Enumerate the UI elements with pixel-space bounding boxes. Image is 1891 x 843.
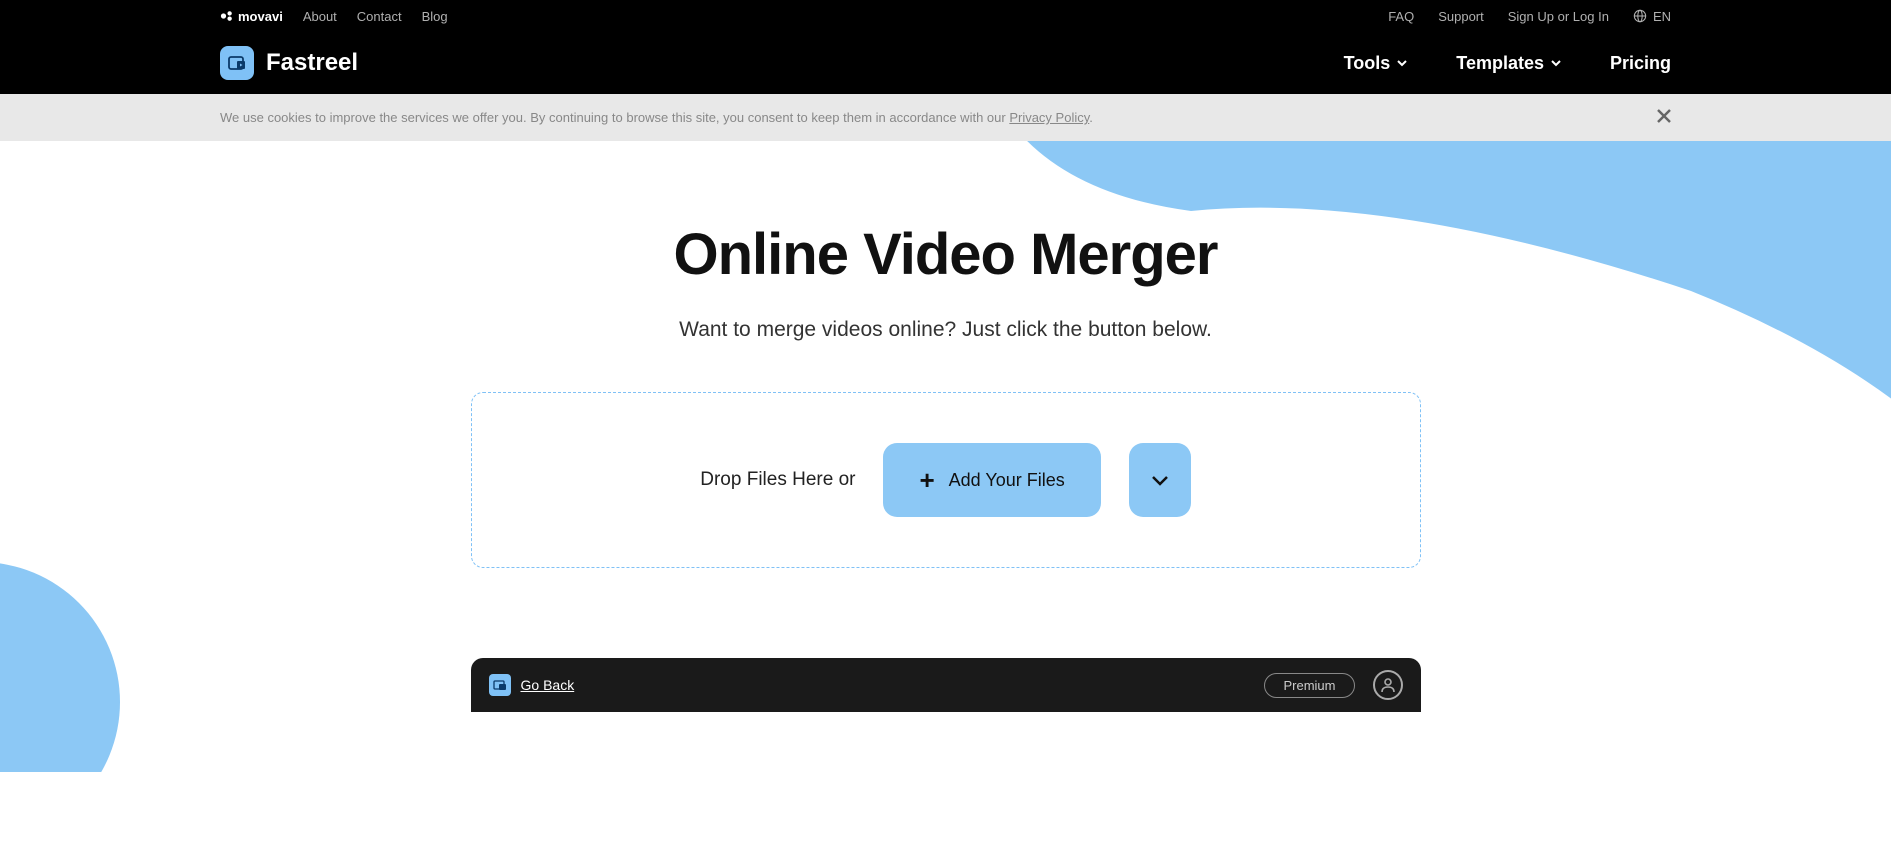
brand-text: Fastreel bbox=[266, 49, 358, 77]
nav-templates[interactable]: Templates bbox=[1456, 53, 1562, 74]
nav-pricing-label: Pricing bbox=[1610, 53, 1671, 74]
bottom-bar-right: Premium bbox=[1264, 670, 1402, 700]
globe-icon bbox=[1633, 9, 1647, 23]
file-drop-zone[interactable]: Drop Files Here or + Add Your Files bbox=[471, 392, 1421, 568]
main-nav: Fastreel Tools Templates Pricing bbox=[0, 32, 1891, 94]
add-files-button[interactable]: + Add Your Files bbox=[883, 443, 1100, 517]
top-bar-left: movavi About Contact Blog bbox=[220, 9, 448, 24]
cookie-text-suffix: . bbox=[1089, 110, 1093, 125]
language-code: EN bbox=[1653, 9, 1671, 24]
add-files-dropdown-button[interactable] bbox=[1129, 443, 1191, 517]
decorative-blob-left bbox=[0, 522, 170, 772]
movavi-icon bbox=[220, 9, 234, 23]
language-selector[interactable]: EN bbox=[1633, 9, 1671, 24]
user-icon bbox=[1380, 677, 1396, 693]
top-link-signup[interactable]: Sign Up or Log In bbox=[1508, 9, 1609, 24]
brand-icon bbox=[220, 46, 254, 80]
go-back-link[interactable]: Go Back bbox=[489, 674, 575, 696]
go-back-label: Go Back bbox=[521, 677, 575, 693]
chevron-down-icon bbox=[1396, 57, 1408, 69]
page-title: Online Video Merger bbox=[0, 221, 1891, 288]
chevron-down-icon bbox=[1550, 57, 1562, 69]
nav-tools[interactable]: Tools bbox=[1344, 53, 1409, 74]
page-subtitle: Want to merge videos online? Just click … bbox=[0, 318, 1891, 342]
top-link-faq[interactable]: FAQ bbox=[1388, 9, 1414, 24]
parent-brand-logo[interactable]: movavi bbox=[220, 9, 283, 24]
brand-logo[interactable]: Fastreel bbox=[220, 46, 358, 80]
close-icon bbox=[1657, 109, 1671, 123]
go-back-icon bbox=[489, 674, 511, 696]
top-link-support[interactable]: Support bbox=[1438, 9, 1484, 24]
close-cookie-button[interactable] bbox=[1657, 106, 1671, 129]
editor-bottom-bar: Go Back Premium bbox=[471, 658, 1421, 712]
cookie-text-main: We use cookies to improve the services w… bbox=[220, 110, 1009, 125]
nav-links: Tools Templates Pricing bbox=[1344, 53, 1671, 74]
cookie-banner: We use cookies to improve the services w… bbox=[0, 94, 1891, 141]
nav-templates-label: Templates bbox=[1456, 53, 1544, 74]
privacy-policy-link[interactable]: Privacy Policy bbox=[1009, 110, 1089, 125]
top-bar-right: FAQ Support Sign Up or Log In EN bbox=[1388, 9, 1671, 24]
add-files-label: Add Your Files bbox=[949, 470, 1065, 491]
nav-tools-label: Tools bbox=[1344, 53, 1391, 74]
top-link-about[interactable]: About bbox=[303, 9, 337, 24]
hero-section: Online Video Merger Want to merge videos… bbox=[0, 141, 1891, 772]
top-bar: movavi About Contact Blog FAQ Support Si… bbox=[0, 0, 1891, 32]
plus-icon: + bbox=[919, 467, 934, 493]
top-link-contact[interactable]: Contact bbox=[357, 9, 402, 24]
parent-brand-text: movavi bbox=[238, 9, 283, 24]
user-account-button[interactable] bbox=[1373, 670, 1403, 700]
cookie-text: We use cookies to improve the services w… bbox=[220, 110, 1093, 125]
chevron-down-icon bbox=[1150, 470, 1170, 490]
nav-pricing[interactable]: Pricing bbox=[1610, 53, 1671, 74]
drop-instruction-text: Drop Files Here or bbox=[700, 469, 855, 491]
premium-button[interactable]: Premium bbox=[1264, 673, 1354, 698]
top-link-blog[interactable]: Blog bbox=[422, 9, 448, 24]
